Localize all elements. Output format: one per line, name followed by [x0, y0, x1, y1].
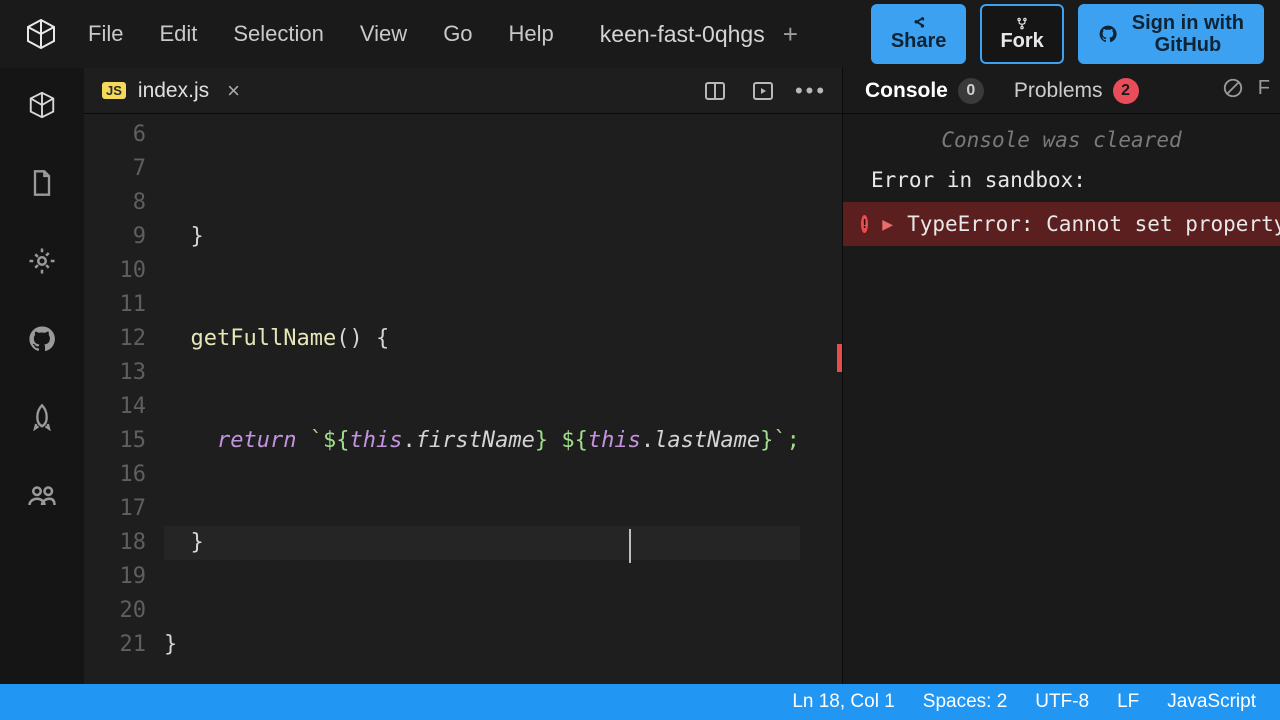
overflow-label[interactable]: F	[1258, 77, 1270, 104]
project-title[interactable]: keen-fast-0qhgs	[600, 21, 765, 48]
app-logo[interactable]	[16, 9, 66, 59]
devtools-tabs: Console 0 Problems 2 F	[843, 68, 1280, 114]
error-dot-icon: !	[861, 215, 868, 233]
more-icon[interactable]: •••	[798, 78, 824, 104]
fork-label: Fork	[1000, 30, 1043, 53]
error-entry[interactable]: ! ▶ TypeError: Cannot set property	[843, 202, 1280, 246]
code-editor[interactable]: 6789 10111213 14151617 18192021 } getFul…	[84, 114, 842, 684]
js-badge: JS	[102, 82, 126, 99]
file-tab-index-js[interactable]: JS index.js ×	[84, 68, 258, 113]
clear-console-icon[interactable]	[1222, 77, 1244, 104]
header-actions: Share Fork Sign in with GitHub	[871, 4, 1264, 64]
tab-console[interactable]: Console 0	[853, 72, 996, 110]
editor-tabbar: JS index.js × •••	[84, 68, 842, 114]
github-icon	[1098, 24, 1118, 44]
status-eol[interactable]: LF	[1117, 691, 1139, 713]
live-icon[interactable]	[25, 478, 59, 512]
activity-bar	[0, 68, 84, 684]
error-heading: Error in sandbox:	[843, 158, 1280, 202]
console-cleared-msg: Console was cleared	[843, 122, 1280, 158]
menu-edit[interactable]: Edit	[145, 15, 211, 53]
split-editor-icon[interactable]	[702, 78, 728, 104]
status-cursor-pos[interactable]: Ln 18, Col 1	[792, 691, 894, 713]
minimap-error-marker[interactable]	[837, 344, 842, 372]
share-button[interactable]: Share	[871, 4, 967, 64]
console-count-badge: 0	[958, 78, 984, 104]
problems-count-badge: 2	[1113, 78, 1139, 104]
code-content[interactable]: } getFullName() { return `${this.firstNa…	[164, 114, 800, 684]
editor-column: JS index.js × ••• 6789 10111213 14151617…	[84, 68, 842, 684]
menu-file[interactable]: File	[74, 15, 137, 53]
preview-icon[interactable]	[750, 78, 776, 104]
menu-go[interactable]: Go	[429, 15, 486, 53]
menu-selection[interactable]: Selection	[219, 15, 338, 53]
menu-view[interactable]: View	[346, 15, 421, 53]
fork-button[interactable]: Fork	[980, 4, 1063, 64]
menu-help[interactable]: Help	[495, 15, 568, 53]
tab-problems[interactable]: Problems 2	[1002, 72, 1151, 110]
line-gutter: 6789 10111213 14151617 18192021	[84, 114, 164, 684]
status-spaces[interactable]: Spaces: 2	[923, 691, 1008, 713]
status-encoding[interactable]: UTF-8	[1035, 691, 1089, 713]
status-bar: Ln 18, Col 1 Spaces: 2 UTF-8 LF JavaScri…	[0, 684, 1280, 720]
signin-label-1: Sign in with	[1132, 12, 1244, 34]
share-icon	[912, 16, 926, 30]
github-nav-icon[interactable]	[25, 322, 59, 356]
fork-icon	[1015, 16, 1029, 30]
expand-caret-icon[interactable]: ▶	[882, 214, 893, 235]
text-cursor	[629, 529, 631, 563]
new-tab-button[interactable]: +	[783, 19, 798, 50]
menubar: File Edit Selection View Go Help keen-fa…	[0, 0, 1280, 68]
error-text: TypeError: Cannot set property	[907, 212, 1280, 236]
signin-label-2: GitHub	[1132, 34, 1244, 56]
settings-icon[interactable]	[25, 244, 59, 278]
devtools-panel: Console 0 Problems 2 F Console was clear…	[842, 68, 1280, 684]
file-tab-name: index.js	[138, 79, 209, 103]
tab-close-button[interactable]: ×	[227, 78, 240, 104]
share-label: Share	[891, 30, 947, 53]
status-language[interactable]: JavaScript	[1167, 691, 1256, 713]
sandbox-icon[interactable]	[25, 88, 59, 122]
signin-github-button[interactable]: Sign in with GitHub	[1078, 4, 1264, 64]
files-icon[interactable]	[25, 166, 59, 200]
main-area: JS index.js × ••• 6789 10111213 14151617…	[0, 68, 1280, 684]
deploy-icon[interactable]	[25, 400, 59, 434]
cube-icon	[25, 18, 57, 50]
console-output[interactable]: Console was cleared Error in sandbox: ! …	[843, 114, 1280, 684]
